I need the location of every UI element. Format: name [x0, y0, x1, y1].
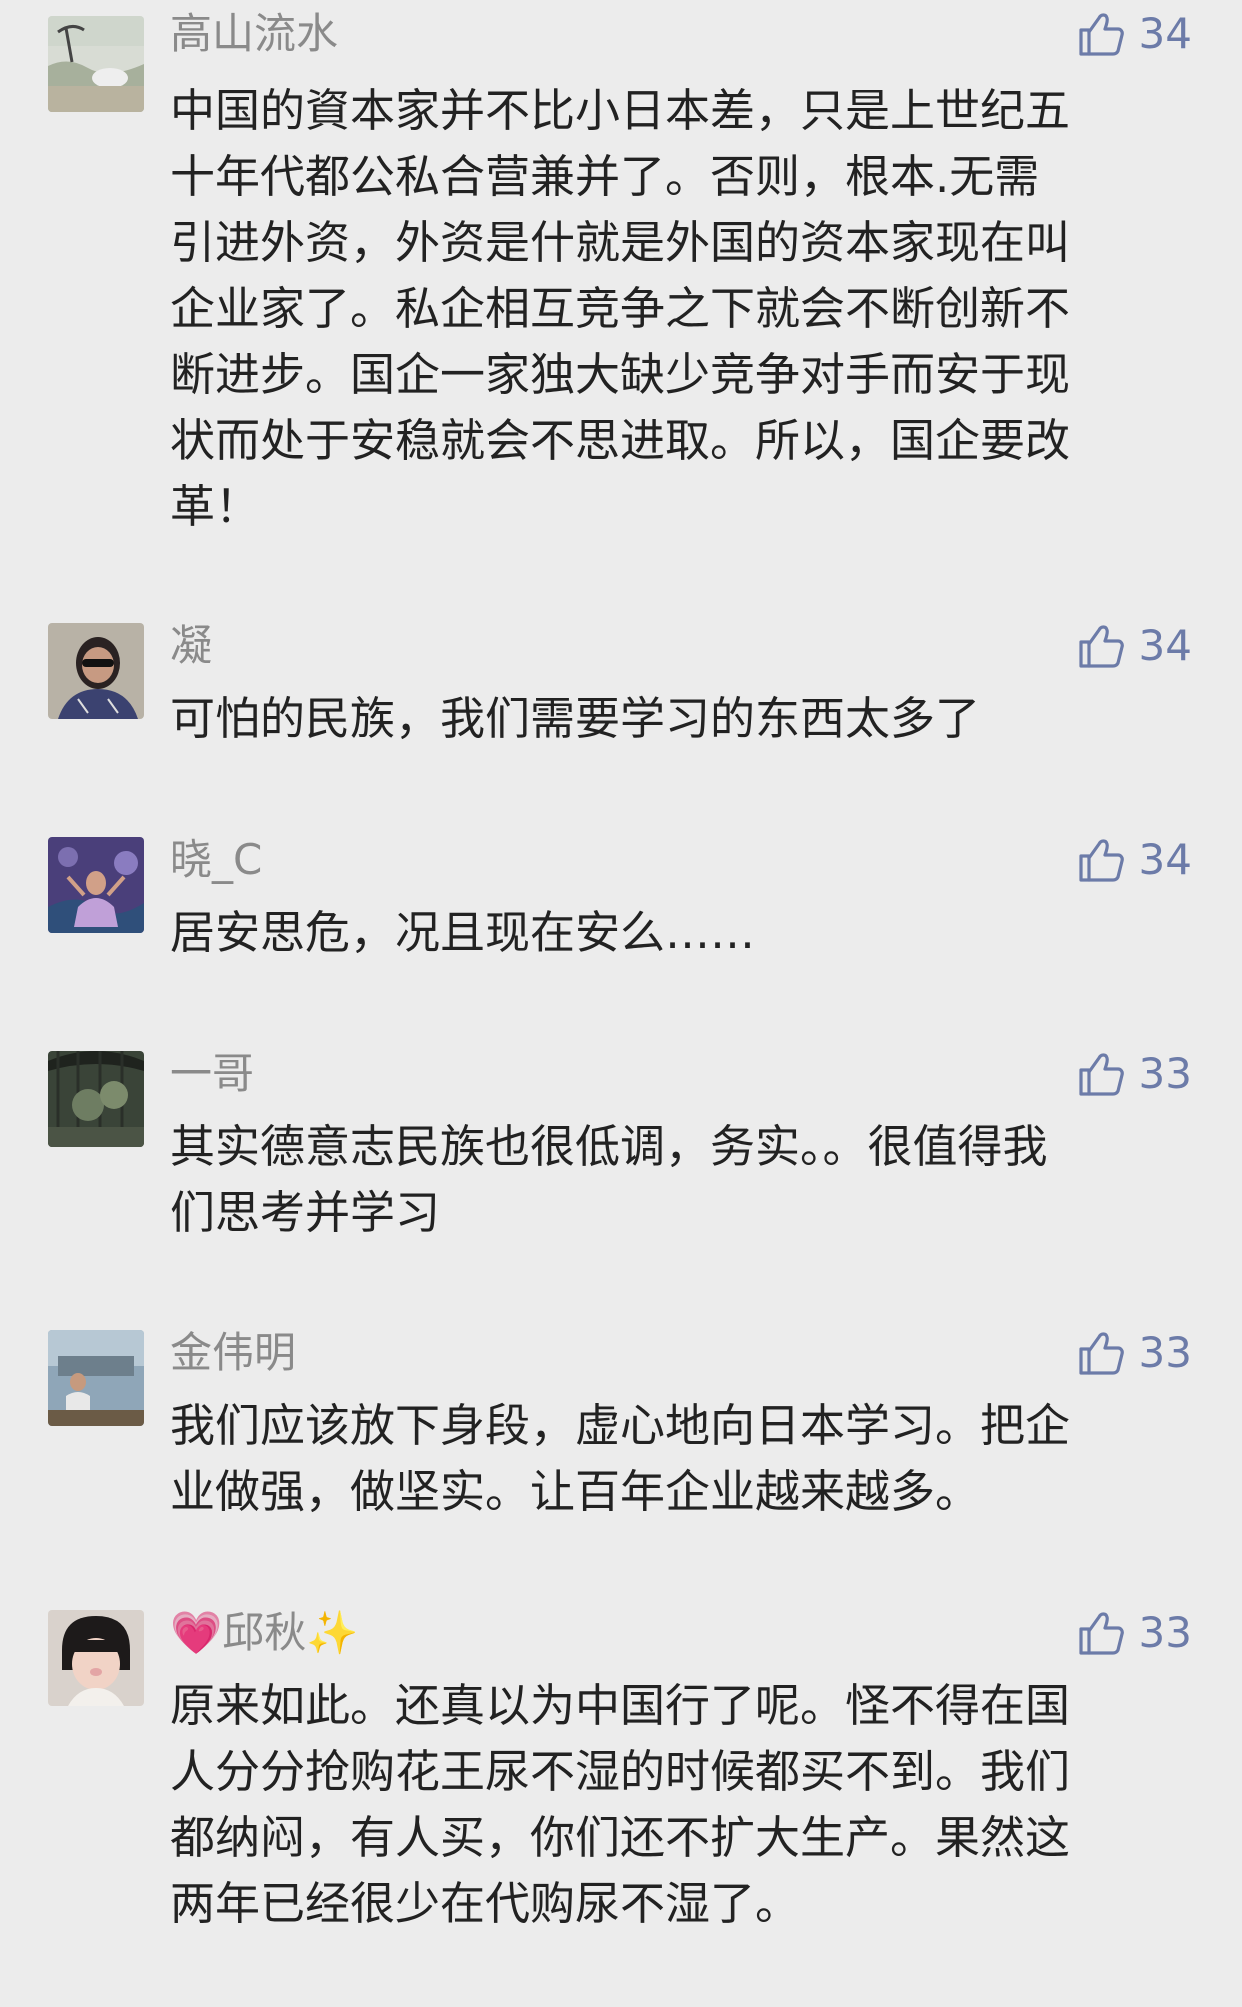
like-count: 34 — [1138, 621, 1192, 670]
avatar[interactable] — [48, 623, 144, 719]
username[interactable]: 金伟明 — [170, 1325, 296, 1381]
thumbs-up-icon — [1078, 1053, 1124, 1096]
username[interactable]: 晓_C — [170, 832, 262, 888]
avatar[interactable] — [48, 1051, 144, 1147]
like-button[interactable]: 34 — [1075, 830, 1192, 890]
like-button[interactable]: 34 — [1075, 4, 1192, 64]
username-text: 邱秋 — [222, 1608, 307, 1657]
like-button[interactable]: 33 — [1075, 1603, 1192, 1663]
avatar-image — [48, 837, 144, 933]
username[interactable]: 一哥 — [170, 1046, 254, 1102]
sparkles-icon: ✨ — [306, 1608, 359, 1657]
username[interactable]: 凝 — [170, 618, 212, 674]
like-count: 33 — [1138, 1608, 1192, 1657]
comment-text: 中国的資本家并不比小日本差，只是上世纪五 十年代都公私合营兼并了。否则，根本.无… — [170, 84, 1071, 533]
like-count: 33 — [1138, 1328, 1192, 1377]
avatar[interactable] — [48, 837, 144, 933]
like-count: 34 — [1138, 9, 1192, 58]
thumbs-up-icon — [1078, 13, 1124, 56]
comment-text: 原来如此。还真以为中国行了呢。怪不得在国 人分分抢购花王尿不湿的时候都买不到。我… — [170, 1679, 1071, 1930]
comment-text: 我们应该放下身段，虚心地向日本学习。把企 业做强，做坚实。让百年企业越来越多。 — [170, 1399, 1071, 1518]
avatar-image — [48, 1330, 144, 1426]
like-button[interactable]: 34 — [1075, 616, 1192, 676]
thumbs-up-icon — [1078, 1612, 1124, 1655]
avatar-image — [48, 16, 144, 112]
comment-text: 其实德意志民族也很低调，务实。。很值得我 们思考并学习 — [170, 1120, 1048, 1239]
like-count: 33 — [1138, 1049, 1192, 1098]
username[interactable]: 高山流水 — [170, 6, 338, 62]
avatar[interactable] — [48, 16, 144, 112]
avatar-image — [48, 1610, 144, 1706]
avatar-image — [48, 623, 144, 719]
username[interactable]: 💗邱秋✨ — [170, 1605, 359, 1661]
like-count: 34 — [1138, 835, 1192, 884]
comment-text: 可怕的民族，我们需要学习的东西太多了 — [170, 692, 981, 745]
thumbs-up-icon — [1078, 839, 1124, 882]
thumbs-up-icon — [1078, 1332, 1124, 1375]
avatar[interactable] — [48, 1330, 144, 1426]
thumbs-up-icon — [1078, 625, 1124, 668]
like-button[interactable]: 33 — [1075, 1044, 1192, 1104]
avatar-image — [48, 1051, 144, 1147]
like-button[interactable]: 33 — [1075, 1323, 1192, 1383]
avatar[interactable] — [48, 1610, 144, 1706]
comment-text: 居安思危，况且现在安么…… — [170, 906, 756, 959]
heart-icon: 💗 — [170, 1608, 223, 1657]
